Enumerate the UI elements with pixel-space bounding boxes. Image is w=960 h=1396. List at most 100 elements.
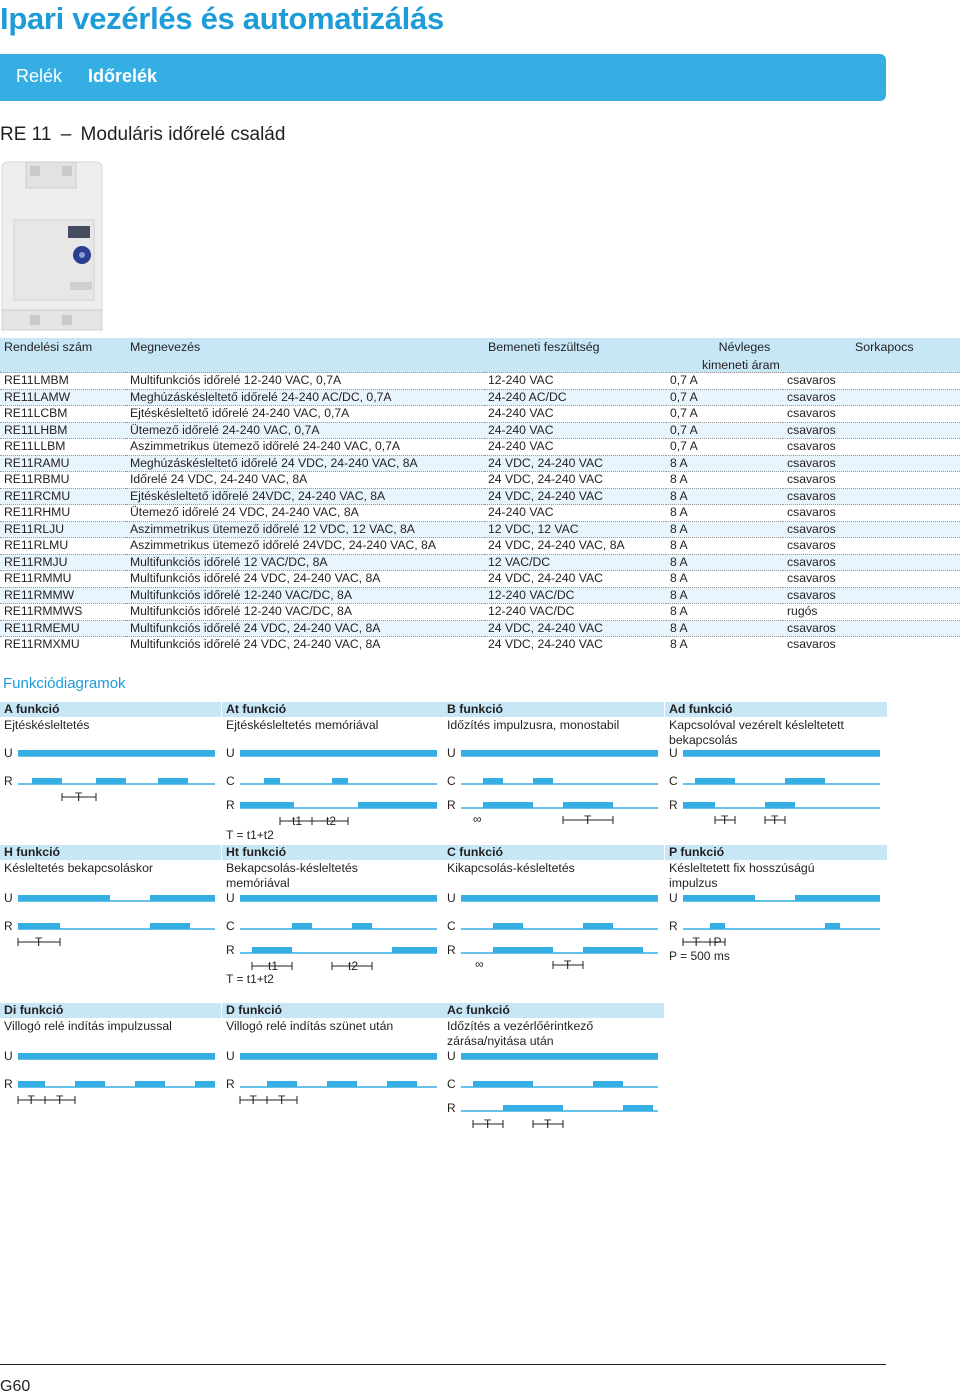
table-row: RE11RMXMU Multifunkciós időrelé 24 VDC, 2… (0, 636, 960, 653)
signal-r-label: R (4, 774, 13, 788)
signal-u-pulse (795, 895, 880, 901)
signal-u-label: U (447, 746, 456, 760)
cell-description: Ütemező időrelé 24 VDC, 24-240 VAC, 8A (126, 504, 484, 521)
cell-terminal-type: csavaros (783, 553, 960, 571)
signal-r-pulse (825, 923, 840, 929)
signal-r-pulse (96, 778, 126, 784)
cell-input-voltage: 24-240 VAC (484, 438, 666, 455)
cell-output-current: 8 A (666, 570, 783, 587)
signal-r-pulse (18, 1081, 45, 1087)
cell-description: Meghúzáskésleltető időrelé 24-240 AC/DC,… (126, 388, 484, 406)
table-row: RE11RMJU Multifunkciós időrelé 12 VAC/DC,… (0, 553, 960, 571)
breadcrumb-relek[interactable]: Relék (16, 66, 62, 87)
cell-description: Aszimmetrikus ütemező időrelé 24-240 VAC… (126, 438, 484, 455)
cell-input-voltage: 24 VDC, 24-240 VAC (484, 454, 666, 472)
signal-u-pulse (18, 1053, 215, 1059)
cell-terminal-type: csavaros (783, 636, 960, 653)
signal-u-pulse (240, 750, 437, 756)
table-row: RE11LLBM Aszimmetrikus ütemező időrelé 24… (0, 438, 960, 455)
cell-description: Ejtéskésleltető időrelé 24-240 VAC, 0,7A (126, 405, 484, 422)
table-row: RE11RMMWS Multifunkciós időrelé 12-240 VA… (0, 603, 960, 620)
cell-output-current: 0,7 A (666, 438, 783, 455)
signal-r-pulse (358, 802, 437, 808)
signal-r-pulse (158, 778, 188, 784)
functions-section-title: Funkciódiagramok (3, 675, 126, 692)
cell-output-current: 8 A (666, 520, 783, 538)
signal-r-label: R (226, 1077, 235, 1091)
cell-input-voltage: 24-240 VAC (484, 421, 666, 439)
function-p-desc: Késleltetett fix hosszúságú impulzus (669, 861, 815, 890)
cell-terminal-type: csavaros (783, 570, 960, 587)
col-header-current: Névleges (666, 338, 783, 358)
signal-c-pulse (695, 778, 735, 784)
product-image-relay (1, 161, 103, 331)
cell-input-voltage: 12-240 VAC (484, 372, 666, 389)
cell-input-voltage: 24 VDC, 24-240 VAC (484, 570, 666, 587)
signal-r-label: R (669, 798, 678, 812)
signal-c-pulse (785, 778, 825, 784)
function-c-desc: Kikapcsolás-késleltetés (447, 861, 575, 875)
cell-order-code: RE11RMMU (0, 570, 126, 587)
function-d-header: D funkció (222, 1003, 443, 1018)
cell-input-voltage: 24 VDC, 24-240 VAC (484, 619, 666, 637)
cell-output-current: 8 A (666, 553, 783, 571)
cell-input-voltage: 12 VAC/DC (484, 553, 666, 571)
cell-terminal-type: csavaros (783, 405, 960, 422)
signal-c-pulse (593, 1081, 623, 1087)
signal-r-pulse (32, 778, 62, 784)
diagram-p: UR T P (669, 891, 880, 949)
signal-u-pulse (150, 895, 215, 901)
cell-order-code: RE11RAMU (0, 454, 126, 472)
function-d-desc: Villogó relé indítás szünet után (226, 1019, 394, 1033)
signal-u-label: U (226, 891, 235, 905)
timer-t-text: T (28, 1093, 36, 1107)
signal-c-pulse (473, 1081, 533, 1087)
signal-r-label: R (447, 798, 456, 812)
signal-r-pulse (493, 947, 553, 953)
col-header-current-line1: Névleges (718, 340, 771, 354)
signal-u-label: U (4, 891, 13, 905)
signal-c-label: C (447, 1077, 456, 1091)
pulse-p-text: P (714, 935, 722, 949)
signal-r-pulse (135, 1081, 165, 1087)
cell-input-voltage: 24 VDC, 24-240 VAC (484, 636, 666, 653)
diagram-ht: UCRt1 t2 (226, 891, 437, 973)
cell-terminal-type: csavaros (783, 504, 960, 521)
cell-description: Aszimmetrikus ütemező időrelé 24VDC, 24-… (126, 537, 484, 554)
signal-c-pulse (583, 923, 613, 929)
signal-r-pulse (267, 1081, 297, 1087)
breadcrumb-idorelek[interactable]: Időrelék (88, 66, 157, 87)
signal-c-pulse (493, 923, 523, 929)
cell-order-code: RE11RMEMU (0, 619, 126, 637)
diagram-ac: UCR T T (447, 1049, 658, 1131)
cell-output-current: 8 A (666, 471, 783, 488)
cell-output-current: 8 A (666, 619, 783, 637)
signal-u-label: U (669, 891, 678, 905)
function-ht-header: Ht funkció (222, 845, 443, 860)
cell-terminal-type: csavaros (783, 421, 960, 439)
signal-r-label: R (4, 1077, 13, 1091)
timer-t2-text: T (56, 1093, 64, 1107)
cell-input-voltage: 24-240 VAC (484, 504, 666, 521)
signal-r-pulse (18, 923, 60, 929)
col-header-voltage: Bemeneti feszültség (484, 338, 666, 358)
signal-c-pulse (292, 923, 312, 929)
col-header-name: Megnevezés (126, 338, 484, 358)
table-row: RE11LAMW Meghúzáskésleltető időrelé 24-24… (0, 388, 960, 406)
timer-t-text: T (721, 813, 729, 827)
col-header-terminal: Sorkapocs (783, 338, 960, 358)
signal-u-pulse (18, 895, 110, 901)
function-at-note: T = t1+t2 (226, 828, 274, 842)
signal-u-label: U (4, 1049, 13, 1063)
infinity-symbol: ∞ (475, 957, 484, 971)
table-row: RE11RAMU Meghúzáskésleltető időrelé 24 VD… (0, 454, 960, 472)
signal-u-label: U (226, 1049, 235, 1063)
signal-r-pulse (503, 1105, 563, 1111)
signal-r-pulse (583, 947, 643, 953)
function-h-desc: Késleltetés bekapcsoláskor (4, 861, 154, 875)
timer-t2-text: t2 (348, 959, 358, 973)
signal-r-pulse (387, 1081, 417, 1087)
timer-t-text: T (584, 813, 592, 827)
signal-c-label: C (226, 919, 235, 933)
function-p-header: P funkció (665, 845, 887, 860)
